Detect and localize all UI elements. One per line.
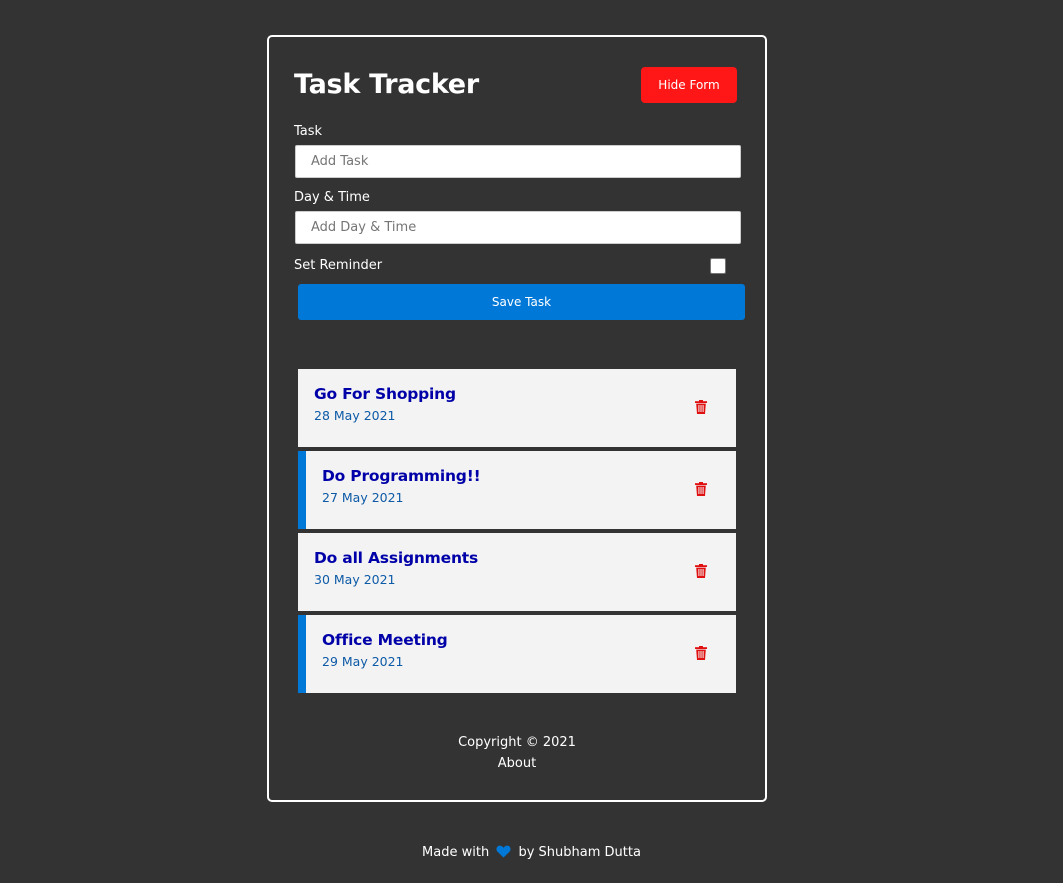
trash-icon[interactable] (695, 564, 707, 578)
task-date: 30 May 2021 (314, 572, 396, 587)
app-container: Task Tracker Hide Form Task Day & Time S… (267, 35, 767, 802)
daytime-label: Day & Time (294, 190, 370, 205)
daytime-input[interactable] (295, 211, 741, 244)
task-list: Go For Shopping 28 May 2021 Do Programmi… (298, 369, 736, 697)
reminder-label: Set Reminder (294, 258, 383, 273)
task-item[interactable]: Go For Shopping 28 May 2021 (298, 369, 736, 447)
trash-icon[interactable] (695, 400, 707, 414)
header: Task Tracker Hide Form (294, 67, 737, 107)
about-link[interactable]: About (269, 756, 765, 771)
task-title: Do Programming!! (322, 467, 481, 485)
task-title: Office Meeting (322, 631, 448, 649)
trash-icon[interactable] (695, 646, 707, 660)
task-item[interactable]: Office Meeting 29 May 2021 (298, 615, 736, 693)
page-title: Task Tracker (294, 69, 479, 100)
reminder-row: Set Reminder (294, 256, 726, 276)
reminder-checkbox[interactable] (710, 258, 726, 274)
task-date: 29 May 2021 (322, 654, 404, 669)
task-title: Go For Shopping (314, 385, 456, 403)
trash-icon[interactable] (695, 482, 707, 496)
task-date: 28 May 2021 (314, 408, 396, 423)
task-label: Task (294, 124, 323, 139)
task-date: 27 May 2021 (322, 490, 404, 505)
credit-line: Made with by Shubham Dutta (0, 845, 1063, 860)
heart-icon (496, 845, 511, 858)
credit-author: by Shubham Dutta (518, 845, 641, 860)
hide-form-button[interactable]: Hide Form (641, 67, 737, 103)
task-item[interactable]: Do all Assignments 30 May 2021 (298, 533, 736, 611)
save-task-button[interactable]: Save Task (298, 284, 745, 320)
credit-prefix: Made with (422, 845, 490, 860)
copyright-text: Copyright © 2021 (458, 735, 576, 750)
task-item[interactable]: Do Programming!! 27 May 2021 (298, 451, 736, 529)
task-title: Do all Assignments (314, 549, 479, 567)
footer: Copyright © 2021 About (269, 735, 765, 771)
task-input[interactable] (295, 145, 741, 178)
